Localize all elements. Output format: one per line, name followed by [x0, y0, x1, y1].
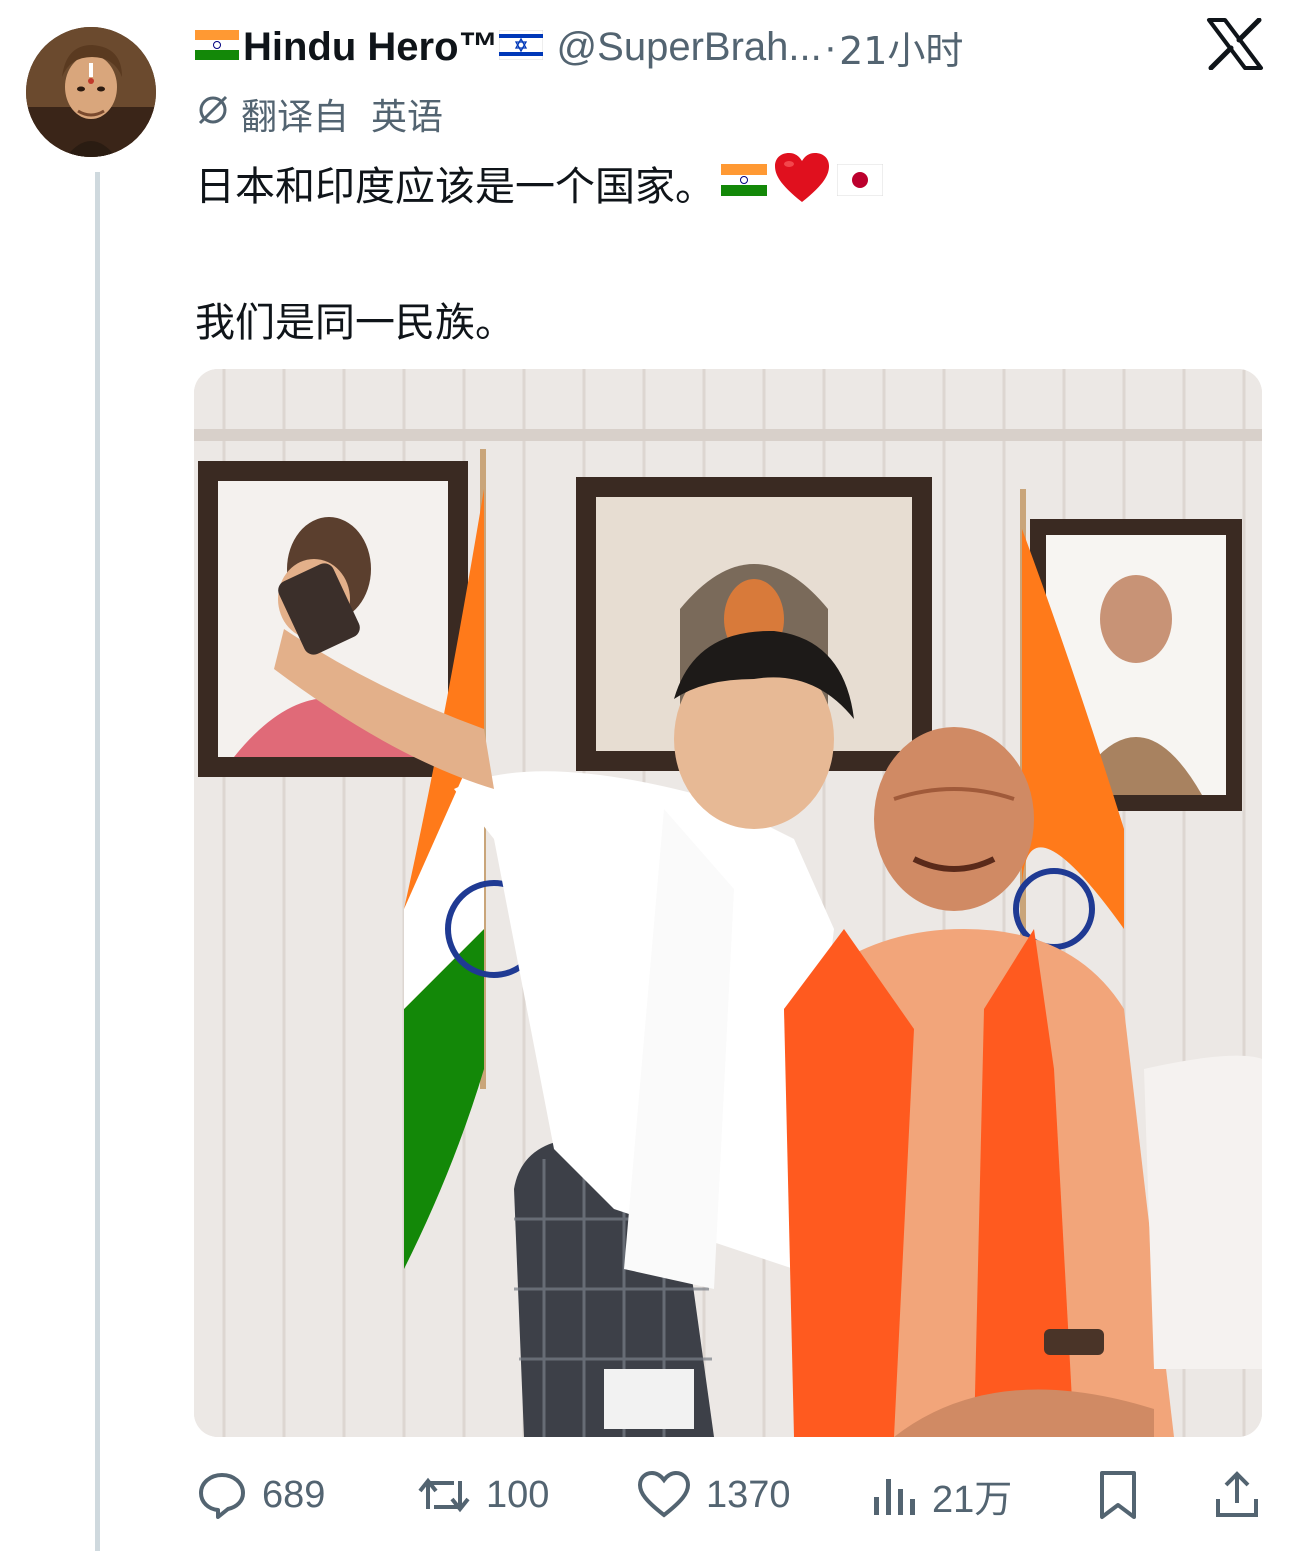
bookmark-icon: [1100, 1471, 1136, 1519]
post-time[interactable]: 21小时: [839, 20, 963, 75]
reply-count: 689: [262, 1473, 326, 1516]
israel-flag-icon: [498, 29, 544, 64]
india-flag-icon: [195, 30, 239, 64]
like-count: 1370: [706, 1473, 791, 1516]
avatar-portrait: [26, 27, 156, 157]
chair: [1144, 1055, 1262, 1369]
display-name[interactable]: Hindu Hero™: [243, 25, 499, 70]
retweet-button[interactable]: 100: [416, 1455, 549, 1535]
like-button[interactable]: 1370: [636, 1455, 791, 1535]
share-icon: [1216, 1471, 1258, 1517]
views-button[interactable]: 21万: [872, 1455, 1012, 1535]
action-bar: 689 100 1370 21万: [190, 1455, 1270, 1535]
translation-language: 英语: [371, 97, 444, 138]
tweet-text-line-1: 日本和印度应该是一个国家。: [195, 152, 884, 214]
time-separator: ·: [823, 24, 838, 69]
tweet-photo[interactable]: [194, 369, 1262, 1437]
tweet-text-line-2: 我们是同一民族。: [195, 300, 515, 346]
x-logo-icon: [1205, 17, 1265, 71]
reply-icon: [199, 1473, 245, 1519]
avatar[interactable]: [26, 27, 156, 157]
user-handle[interactable]: @SuperBrah...: [557, 25, 822, 70]
translate-icon: [193, 90, 233, 139]
red-heart-emoji-icon: [773, 152, 831, 214]
india-flag-emoji-icon: [721, 160, 767, 206]
retweet-icon: [418, 1477, 470, 1513]
thread-line: [95, 172, 100, 1551]
retweet-count: 100: [486, 1473, 550, 1516]
translation-note[interactable]: 翻译自 英语: [193, 88, 443, 140]
translation-label: 翻译自: [241, 97, 350, 138]
views-count: 21万: [932, 1478, 1013, 1521]
reply-button[interactable]: 689: [196, 1455, 325, 1535]
tweet-header: Hindu Hero™ @SuperBrah... · 21小时: [195, 18, 963, 76]
japan-flag-emoji-icon: [836, 160, 884, 206]
photo-illustration: [194, 369, 1262, 1437]
share-button[interactable]: [1214, 1455, 1274, 1535]
bookmark-button[interactable]: [1096, 1455, 1154, 1535]
heart-icon: [637, 1470, 691, 1518]
views-icon: [874, 1479, 915, 1515]
tweet-text: 日本和印度应该是一个国家。: [195, 164, 715, 210]
